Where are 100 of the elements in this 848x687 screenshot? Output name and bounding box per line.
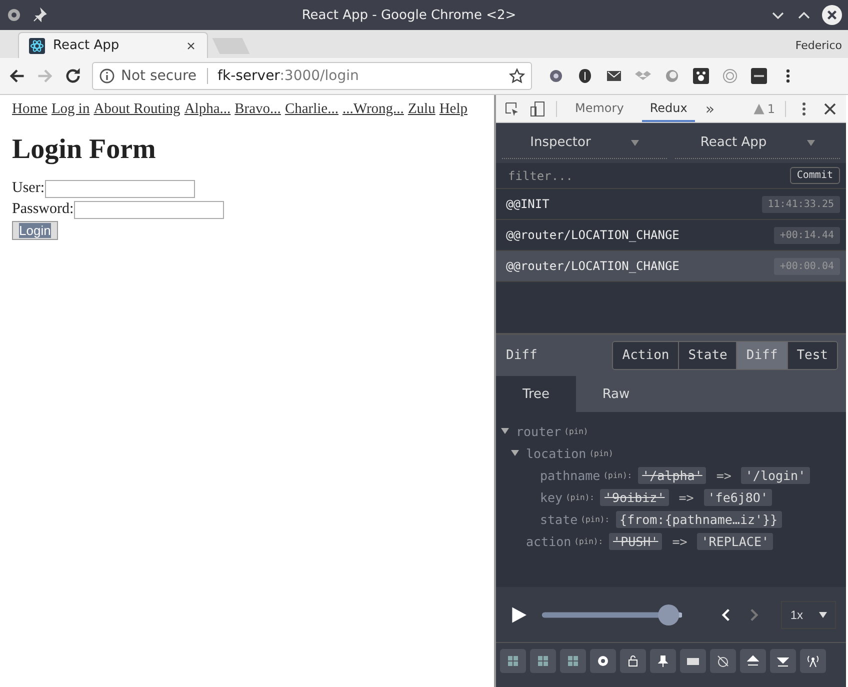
tree-value: {from:{pathname…iz'}} [616,510,782,528]
more-tabs-button[interactable]: » [705,100,715,118]
pin-button[interactable] [650,649,676,673]
reload-icon[interactable] [64,67,82,85]
app-icon[interactable] [6,7,22,23]
action-time: 11:41:33.25 [762,196,840,212]
view-tab[interactable]: Raw [576,376,656,412]
address-bar[interactable]: Not secure fk-server:3000/login [92,62,532,90]
warning-icon[interactable] [753,102,766,114]
speed-select[interactable]: 1x [781,600,836,628]
panel-tab[interactable]: State [678,342,736,369]
inspect-icon[interactable] [504,100,520,116]
ring-icon[interactable] [664,68,680,84]
action-item[interactable]: @@router/LOCATION_CHANGE +00:00.04 [496,251,846,282]
pin-icon [657,655,669,667]
nav-link[interactable]: Alpha... [184,101,231,118]
monitor-select[interactable]: Inspector [502,128,667,158]
info-icon[interactable] [99,68,115,84]
pin-icon[interactable] [32,7,48,23]
panel-tab[interactable]: Diff [736,342,787,369]
tree-key: pathname [540,468,600,482]
change-arrow: => [671,534,688,548]
caret-icon [630,140,639,146]
url-text: fk-server:3000/login [218,68,359,84]
nav-link[interactable]: Charlie... [284,101,338,118]
lock-icon [627,655,639,667]
pin-link[interactable]: (pin): [574,536,604,546]
record-button[interactable] [590,649,616,673]
input-field[interactable] [44,180,194,198]
atom-icon[interactable] [29,38,45,54]
pin-link[interactable]: (pin) [589,448,614,458]
antenna-button[interactable] [800,649,826,673]
profile-name[interactable]: Federico [789,39,848,58]
pin-link[interactable]: (pin): [566,492,594,502]
paw-icon[interactable] [693,68,709,84]
caret-icon [806,140,815,146]
action-time: +00:14.44 [774,226,840,244]
action-time: +00:00.04 [774,258,840,274]
download-button[interactable] [770,649,796,673]
tree-key: key [540,490,563,504]
action-item[interactable]: @@INIT 11:41:33.25 [496,189,846,220]
page-heading: Login Form [12,134,157,166]
window-title: React App - Google Chrome <2> [300,8,518,22]
nav-link[interactable]: Log in [51,101,90,118]
star-icon[interactable] [509,68,525,84]
upload-button[interactable] [740,649,766,673]
action-name: @@INIT [506,197,550,211]
new-value: '/login' [741,466,810,484]
browser-tab[interactable]: React App [18,32,208,58]
extension-badge-icon[interactable] [751,68,767,84]
commit-button[interactable]: Commit [790,167,840,184]
view-tab[interactable]: Tree [496,376,576,412]
instance-select[interactable]: React App [675,128,840,158]
layout-button[interactable] [560,649,586,673]
mail-icon[interactable] [606,68,622,84]
record-icon [597,655,609,667]
field-label: User: [12,180,44,197]
nav-link[interactable]: ...Wrong... [342,101,404,118]
lock-button[interactable] [620,649,646,673]
layout-icon [567,655,579,667]
old-value: 'PUSH' [609,532,662,550]
pin-link[interactable]: (pin) [564,426,588,436]
timer-off-icon [717,655,729,667]
tree-key: action [526,534,572,548]
old-value: '9oibiz' [600,488,669,506]
layout-button[interactable] [500,649,526,673]
panel-title: Diff [506,348,538,363]
close-icon[interactable] [822,100,838,116]
device-icon[interactable] [530,100,546,116]
expand-arrow-icon[interactable] [510,448,520,458]
timer-off-button[interactable] [710,649,736,673]
close-icon[interactable] [185,40,197,52]
expand-arrow-icon[interactable] [500,426,510,436]
old-value: '/alpha' [638,466,706,484]
target-icon[interactable] [722,68,738,84]
nav-link[interactable]: About Routing [94,101,180,118]
panel-tab[interactable]: Action [613,342,678,369]
layout-icon [507,655,519,667]
input-field[interactable] [74,200,224,218]
warning-count[interactable]: 1 [753,102,775,116]
security-label: Not secure [121,68,197,84]
layout-icon [537,655,549,667]
back-icon[interactable] [8,67,26,85]
nav-link[interactable]: Help [439,101,468,118]
close-icon[interactable] [822,5,842,25]
nav-link[interactable]: Bravo... [234,101,281,118]
pin-link[interactable]: (pin): [580,514,610,524]
login-button[interactable]: Login [12,221,58,240]
caret-icon [819,612,827,618]
field-label: Password: [12,201,74,218]
nav-link[interactable]: Home [12,101,48,118]
pin-link[interactable]: (pin): [603,470,632,480]
filter-field[interactable]: filter... [506,168,790,184]
nav-link[interactable]: Zulu [408,101,436,118]
antenna-icon [807,655,819,667]
download-icon [777,655,789,667]
tree-key: location [526,446,586,460]
panel-tab[interactable]: Test [786,342,837,369]
layout-button[interactable] [530,649,556,673]
devtools-tab[interactable]: Memory [567,95,632,122]
